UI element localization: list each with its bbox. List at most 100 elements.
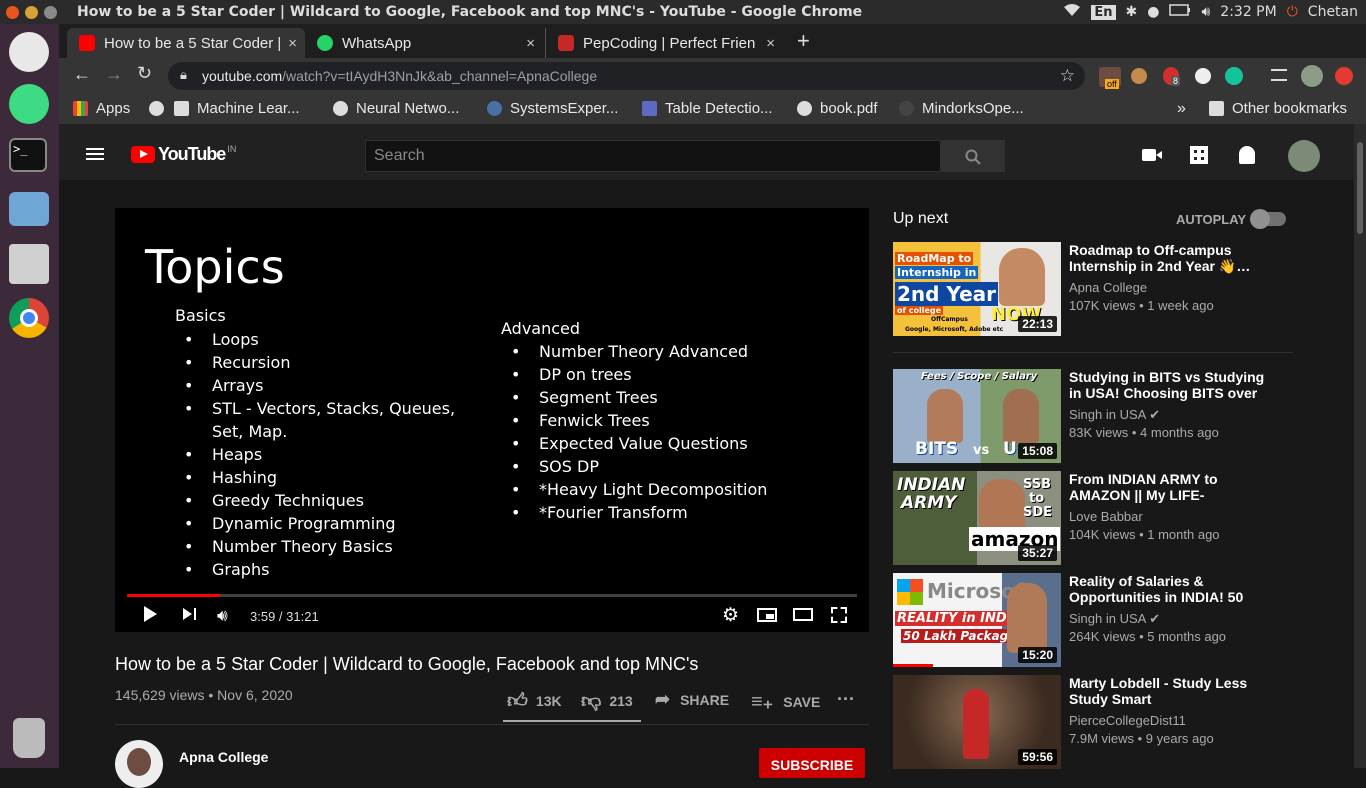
volume-icon[interactable]: 🔊︎ — [217, 606, 228, 626]
autoplay-toggle[interactable] — [1250, 209, 1286, 229]
video-card-channel[interactable]: Love Babbar — [1069, 509, 1143, 524]
create-video-icon[interactable] — [1142, 149, 1162, 161]
video-thumbnail[interactable]: Fees / Scope / Salary BITS vs U 15:08 — [893, 369, 1061, 463]
tab-pepcoding[interactable]: PepCoding | Perfect Frien × — [545, 28, 783, 58]
chrome-icon[interactable] — [9, 298, 49, 338]
fullscreen-icon[interactable] — [831, 607, 847, 623]
video-thumbnail[interactable]: 59:56 — [893, 675, 1061, 769]
bookmark-apps[interactable]: Apps — [73, 100, 130, 117]
address-bar[interactable]: 🔒︎ youtube.com/watch?v=tIAydH3NnJk&ab_ch… — [168, 62, 1085, 90]
dislike-button[interactable]: 👎︎ 213 — [581, 689, 633, 713]
bookmark-star-icon[interactable]: ☆ — [1060, 66, 1075, 86]
bookmark-neural-network[interactable]: Neural Netwo... — [333, 100, 459, 117]
extension-home-icon[interactable]: off — [1099, 67, 1121, 89]
bookmark-machine-learning[interactable]: Machine Lear... — [149, 100, 300, 117]
lastpass-extension-icon[interactable]: 8 — [1163, 67, 1181, 86]
bookmark-mindorks[interactable]: MindorksOpe... — [899, 100, 1024, 117]
more-actions-button[interactable]: ··· — [837, 689, 855, 710]
other-bookmarks[interactable]: Other bookmarks — [1209, 100, 1347, 117]
tab-close-icon[interactable]: × — [526, 35, 535, 52]
channel-avatar[interactable] — [115, 740, 163, 788]
cookie-extension-icon[interactable] — [1131, 68, 1147, 84]
video-thumbnail[interactable]: Microsoft REALITY in INDIA? 50 Lakh Pack… — [893, 573, 1061, 667]
tab-youtube[interactable]: How to be a 5 Star Coder | × — [67, 28, 305, 58]
power-icon[interactable]: ⏻ — [1287, 4, 1298, 20]
clock[interactable]: 2:32 PM — [1220, 4, 1276, 20]
divider — [893, 352, 1293, 353]
update-icon[interactable] — [1335, 67, 1353, 85]
battery-icon[interactable] — [1169, 4, 1191, 20]
theater-mode-icon[interactable] — [793, 608, 813, 621]
reload-icon[interactable]: ↻ — [137, 63, 152, 84]
video-thumbnail[interactable]: RoadMap to Internship in 2nd Year of col… — [893, 242, 1061, 336]
recommended-video-1[interactable]: RoadMap to Internship in 2nd Year of col… — [893, 242, 1293, 336]
video-card-title[interactable]: Roadmap to Off-campus Internship in 2nd … — [1069, 242, 1279, 274]
bookmarks-overflow-button[interactable]: » — [1177, 100, 1186, 118]
bookmark-book-pdf[interactable]: book.pdf — [797, 100, 878, 117]
bluetooth-icon[interactable]: ✱ — [1126, 4, 1138, 20]
video-card-title[interactable]: From INDIAN ARMY to AMAZON || My LIFE-CH… — [1069, 471, 1279, 503]
tab-close-icon[interactable]: × — [288, 35, 297, 52]
terminal-icon[interactable]: >_ — [9, 138, 47, 172]
lock-icon[interactable]: 🔒︎ — [180, 67, 187, 83]
close-window-button[interactable] — [6, 5, 19, 19]
new-tab-button[interactable]: + — [797, 28, 810, 54]
wifi-icon[interactable] — [1063, 3, 1081, 21]
page-scrollbar[interactable] — [1354, 124, 1366, 768]
like-button[interactable]: 👍︎ 13K — [507, 689, 562, 713]
youtube-logo[interactable]: YouTube IN — [131, 144, 236, 165]
video-card-channel[interactable]: Singh in USA ✔ — [1069, 407, 1160, 423]
settings-gear-icon[interactable]: ⚙ — [722, 604, 739, 627]
video-card-channel[interactable]: PierceCollegeDist11 — [1069, 713, 1186, 728]
play-icon[interactable] — [144, 606, 157, 622]
notifications-bell-icon[interactable] — [1239, 146, 1255, 164]
scrollbar-thumb[interactable] — [1357, 142, 1363, 234]
menu-hamburger-icon[interactable] — [86, 148, 104, 160]
trash-icon[interactable] — [13, 718, 45, 758]
recommended-video-2[interactable]: Fees / Scope / Salary BITS vs U 15:08 St… — [893, 369, 1293, 463]
ubuntu-icon[interactable] — [9, 32, 49, 72]
recommended-video-4[interactable]: Microsoft REALITY in INDIA? 50 Lakh Pack… — [893, 573, 1293, 667]
save-button[interactable]: ≡₊ SAVE — [751, 689, 820, 714]
search-button[interactable] — [940, 140, 1005, 172]
address-path: /watch?v=tIAydH3NnJk&ab_channel=ApnaColl… — [282, 68, 598, 84]
files-icon[interactable] — [9, 192, 49, 226]
share-button[interactable]: ➦ SHARE — [655, 689, 729, 710]
video-card-title[interactable]: Marty Lobdell - Study Less Study Smart — [1069, 675, 1279, 707]
recommended-video-3[interactable]: INDIAN ARMY SSB to SDE amazon 35:27 From… — [893, 471, 1293, 565]
tab-close-icon[interactable]: × — [766, 35, 775, 52]
drive-icon[interactable] — [9, 244, 49, 284]
chat-icon[interactable]: ● — [1147, 4, 1159, 20]
video-card-title[interactable]: Studying in BITS vs Studying in USA! Cho… — [1069, 369, 1279, 401]
minimize-window-button[interactable] — [25, 5, 38, 19]
volume-icon[interactable]: 🔊︎ — [1201, 4, 1210, 20]
grammarly-extension-icon[interactable] — [1225, 67, 1243, 85]
recommended-video-5[interactable]: 59:56 Marty Lobdell - Study Less Study S… — [893, 675, 1293, 769]
miniplayer-icon[interactable] — [757, 608, 777, 622]
back-arrow-icon[interactable]: ← — [73, 64, 91, 85]
bookmark-table-detection[interactable]: Table Detectio... — [642, 100, 773, 117]
profile-avatar[interactable] — [1301, 65, 1323, 87]
bookmark-systems-expert[interactable]: SystemsExper... — [487, 100, 618, 117]
maximize-window-button[interactable] — [44, 5, 57, 19]
user-name[interactable]: Chetan — [1308, 4, 1358, 20]
forward-arrow-icon[interactable]: → — [105, 64, 123, 85]
reading-list-icon[interactable] — [1271, 69, 1287, 81]
android-studio-icon[interactable] — [9, 84, 49, 124]
video-card-channel[interactable]: Singh in USA ✔ — [1069, 611, 1160, 627]
playlist-add-icon: ≡₊ — [751, 691, 774, 713]
next-video-icon[interactable] — [183, 608, 192, 620]
video-card-title[interactable]: Reality of Salaries & Opportunities in I… — [1069, 573, 1279, 605]
channel-name[interactable]: Apna College — [179, 749, 268, 765]
video-card-channel[interactable]: Apna College — [1069, 280, 1147, 295]
subscribe-button[interactable]: SUBSCRIBE — [759, 748, 865, 778]
search-input[interactable]: Search — [365, 140, 941, 172]
github-extension-icon[interactable] — [1195, 68, 1211, 84]
apps-grid-icon[interactable] — [1190, 146, 1208, 164]
tab-whatsapp[interactable]: WhatsApp × — [305, 28, 543, 58]
video-thumbnail[interactable]: INDIAN ARMY SSB to SDE amazon 35:27 — [893, 471, 1061, 565]
keyboard-language[interactable]: En — [1091, 4, 1116, 20]
account-avatar[interactable] — [1288, 140, 1320, 172]
video-player[interactable]: Topics Basics Loops Recursion Arrays STL - … — [115, 208, 869, 632]
video-progress-bar[interactable] — [127, 594, 857, 597]
